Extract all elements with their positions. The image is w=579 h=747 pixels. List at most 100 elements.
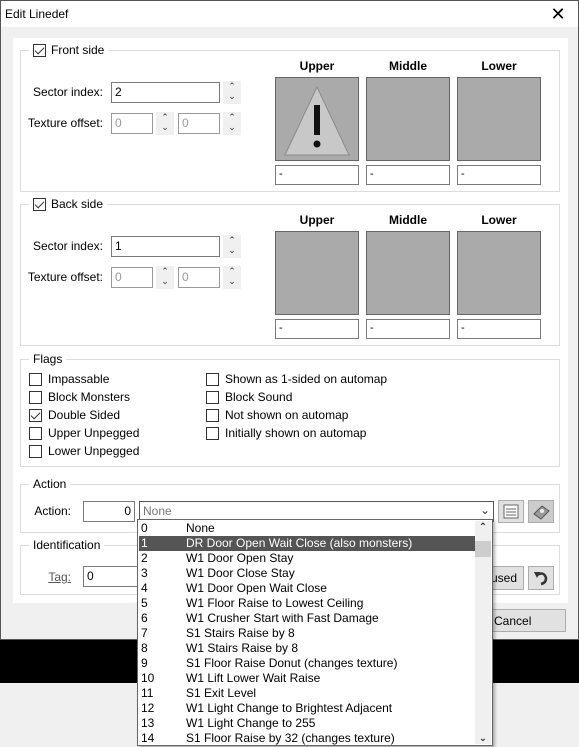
front-offset-x-input[interactable]: 0: [111, 113, 153, 134]
dropdown-item[interactable]: 2 W1 Door Open Stay: [139, 551, 475, 566]
back-side-checkbox[interactable]: [33, 197, 46, 211]
flag-upper-unpegged[interactable]: Upper Unpegged: [29, 426, 139, 440]
flag-checkbox[interactable]: [29, 390, 42, 404]
chevron-down-icon: ⌄: [479, 503, 490, 517]
flag-checkbox[interactable]: [206, 390, 219, 404]
dropdown-item[interactable]: 14 S1 Floor Raise by 32 (changes texture): [139, 731, 475, 746]
texture-offset-label: Texture offset:: [27, 116, 103, 130]
back-lower-texture[interactable]: [457, 231, 541, 315]
flag-label: Shown as 1-sided on automap: [225, 372, 388, 386]
upper-header: Upper: [299, 213, 335, 227]
flag-checkbox[interactable]: [29, 444, 42, 458]
texture-offset-label: Texture offset:: [27, 270, 103, 284]
flag-checkbox[interactable]: [29, 372, 42, 386]
back-upper-texture[interactable]: [275, 231, 359, 315]
front-middle-name[interactable]: -: [366, 165, 450, 185]
dropdown-scrollbar[interactable]: ⌃ ⌄: [475, 521, 491, 744]
action-number: 5: [141, 596, 148, 610]
front-offset-x-spinner[interactable]: ⌃ ⌄: [156, 112, 174, 135]
action-label: Action:: [34, 504, 71, 518]
lower-header: Lower: [481, 59, 517, 73]
back-offset-x-spinner[interactable]: ⌃ ⌄: [156, 266, 174, 289]
back-sector-spinner[interactable]: ⌃ ⌄: [223, 235, 241, 258]
action-name: W1 Crusher Start with Fast Damage: [186, 611, 379, 625]
flag-lower-unpegged[interactable]: Lower Unpegged: [29, 444, 139, 458]
browse-actions-button[interactable]: [498, 500, 524, 523]
flag-label: Lower Unpegged: [48, 444, 140, 458]
dropdown-item[interactable]: 4 W1 Door Open Wait Close: [139, 581, 475, 596]
dropdown-item[interactable]: 3 W1 Door Close Stay: [139, 566, 475, 581]
flag-block-sound[interactable]: Block Sound: [206, 390, 292, 404]
back-middle-texture[interactable]: [366, 231, 450, 315]
action-number: 10: [141, 671, 155, 685]
flags-group: Flags Impassable Block Monsters Double Sid…: [20, 352, 560, 467]
flag-not-shown-on-automap[interactable]: Not shown on automap: [206, 408, 348, 422]
flag-label: Upper Unpegged: [48, 426, 140, 440]
front-upper-texture[interactable]: [275, 77, 359, 161]
front-lower-name[interactable]: -: [457, 165, 541, 185]
front-side-label: Front side: [51, 43, 105, 57]
flag-checkbox[interactable]: [206, 426, 219, 440]
dropdown-item[interactable]: 12 W1 Light Change to Brightest Adjacent: [139, 701, 475, 716]
flag-checkbox[interactable]: [29, 426, 42, 440]
front-upper-name[interactable]: -: [275, 165, 359, 185]
action-dropdown-list[interactable]: 0 None 1 DR Door Open Wait Close (also mons…: [137, 519, 493, 746]
dropdown-item[interactable]: 5 W1 Floor Raise to Lowest Ceiling: [139, 596, 475, 611]
back-middle-name[interactable]: -: [366, 319, 450, 339]
cancel-button[interactable]: Cancel: [481, 609, 566, 632]
flag-label: Block Sound: [225, 390, 293, 404]
action-name: S1 Floor Raise Donut (changes texture): [186, 656, 398, 670]
scroll-down-icon[interactable]: ⌄: [475, 733, 491, 744]
action-number: 1: [141, 536, 148, 550]
back-offset-y-input[interactable]: 0: [178, 267, 220, 288]
flag-initially-shown-on-automap[interactable]: Initially shown on automap: [206, 426, 366, 440]
front-offset-y-spinner[interactable]: ⌃ ⌄: [223, 112, 241, 135]
flag-checkbox[interactable]: [206, 408, 219, 422]
dropdown-item[interactable]: 1 DR Door Open Wait Close (also monsters): [139, 536, 475, 551]
action-number: 0: [141, 521, 148, 535]
flag-checkbox[interactable]: [206, 372, 219, 386]
flag-checkbox[interactable]: [29, 408, 42, 422]
help-book-icon: [533, 505, 550, 520]
flag-block-monsters[interactable]: Block Monsters: [29, 390, 130, 404]
action-help-button[interactable]: [528, 500, 554, 523]
front-middle-texture[interactable]: [366, 77, 450, 161]
front-offset-y-input[interactable]: 0: [178, 113, 220, 134]
dropdown-item[interactable]: 6 W1 Crusher Start with Fast Damage: [139, 611, 475, 626]
back-side-group: Back side Sector index: 1 ⌃ ⌄ Texture off…: [20, 197, 560, 346]
front-side-checkbox[interactable]: [33, 43, 46, 57]
flag-shown-as-1-sided-on-automap[interactable]: Shown as 1-sided on automap: [206, 372, 387, 386]
window-title: Edit Linedef: [5, 7, 69, 21]
back-sector-input[interactable]: 1: [111, 236, 220, 257]
front-lower-texture[interactable]: [457, 77, 541, 161]
front-sector-input[interactable]: 2: [111, 82, 220, 103]
dropdown-item[interactable]: 0 None: [139, 521, 475, 536]
action-name: W1 Light Change to 255: [186, 716, 316, 730]
dropdown-item[interactable]: 10 W1 Lift Lower Wait Raise: [139, 671, 475, 686]
tag-label[interactable]: Tag:: [21, 570, 71, 584]
dropdown-item[interactable]: 8 W1 Stairs Raise by 8: [139, 641, 475, 656]
action-number: 4: [141, 581, 148, 595]
front-sector-spinner[interactable]: ⌃ ⌄: [223, 81, 241, 104]
scroll-thumb[interactable]: [475, 541, 491, 557]
dropdown-item[interactable]: 11 S1 Exit Level: [139, 686, 475, 701]
undo-icon: [534, 572, 548, 586]
dropdown-item[interactable]: 13 W1 Light Change to 255: [139, 716, 475, 731]
action-number: 6: [141, 611, 148, 625]
back-offset-x-input[interactable]: 0: [111, 267, 153, 288]
flag-label: Block Monsters: [48, 390, 131, 404]
back-lower-name[interactable]: -: [457, 319, 541, 339]
action-number: 13: [141, 716, 155, 730]
scroll-up-icon[interactable]: ⌃: [475, 521, 491, 535]
dropdown-item[interactable]: 9 S1 Floor Raise Donut (changes texture): [139, 656, 475, 671]
dropdown-item[interactable]: 7 S1 Stairs Raise by 8: [139, 626, 475, 641]
undo-tag-button[interactable]: [528, 566, 554, 590]
back-offset-y-spinner[interactable]: ⌃ ⌄: [223, 266, 241, 289]
flag-double-sided[interactable]: Double Sided: [29, 408, 120, 422]
back-upper-name[interactable]: -: [275, 319, 359, 339]
close-button[interactable]: ✕: [546, 4, 570, 24]
action-name: W1 Floor Raise to Lowest Ceiling: [186, 596, 364, 610]
flag-impassable[interactable]: Impassable: [29, 372, 109, 386]
flag-label: Double Sided: [48, 408, 121, 422]
action-number-input[interactable]: 0: [83, 501, 135, 522]
